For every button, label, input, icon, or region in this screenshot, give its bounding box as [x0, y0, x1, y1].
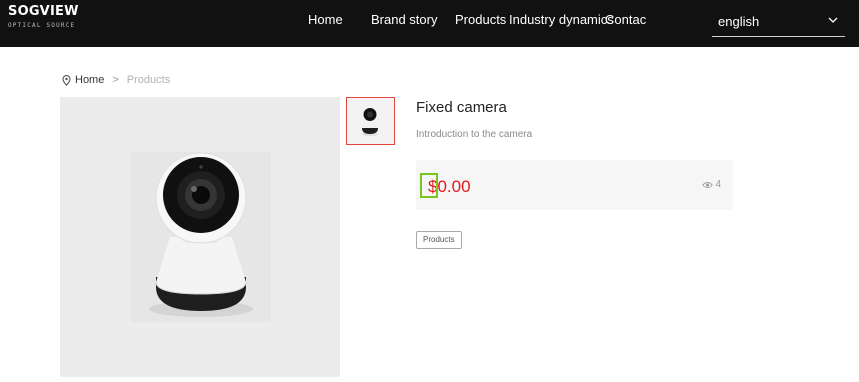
nav-item-industry-dynamics[interactable]: Industry dynamics	[509, 12, 614, 27]
breadcrumb: Home > Products	[62, 74, 170, 86]
thumbnail-camera-image	[362, 107, 378, 136]
product-main-image	[60, 97, 340, 377]
product-thumbnail[interactable]	[346, 97, 395, 145]
view-count: 4	[702, 179, 721, 190]
brand-name: SOGVIEW	[8, 4, 79, 19]
language-select[interactable]: english	[712, 10, 845, 37]
nav-item-contact[interactable]: Contac	[605, 12, 646, 27]
brand-tagline: OPTICAL SOURCE	[8, 22, 76, 29]
breadcrumb-current: Products	[126, 74, 171, 86]
product-title: Fixed camera	[416, 99, 507, 116]
site-header: SOGVIEW OPTICAL SOURCE Home Brand story …	[0, 0, 859, 47]
map-pin-icon	[62, 74, 71, 86]
breadcrumb-home-link[interactable]: Home	[75, 74, 104, 86]
eye-icon	[702, 181, 714, 188]
product-intro: Introduction to the camera	[416, 129, 533, 140]
view-count-value: 4	[715, 179, 721, 190]
nav-item-brand-story[interactable]: Brand story	[371, 12, 437, 27]
chevron-down-icon	[828, 17, 838, 23]
nav-item-products[interactable]: Products	[455, 12, 506, 27]
category-tag[interactable]: Products	[416, 231, 462, 249]
price-highlight-box	[420, 173, 438, 198]
nav-item-home[interactable]: Home	[308, 12, 343, 27]
price-panel: $0.00 4	[416, 160, 733, 210]
brand-logo[interactable]: SOGVIEW OPTICAL SOURCE	[8, 4, 79, 29]
breadcrumb-separator: >	[112, 74, 119, 86]
camera-illustration	[131, 152, 271, 322]
language-select-value: english	[718, 14, 760, 29]
